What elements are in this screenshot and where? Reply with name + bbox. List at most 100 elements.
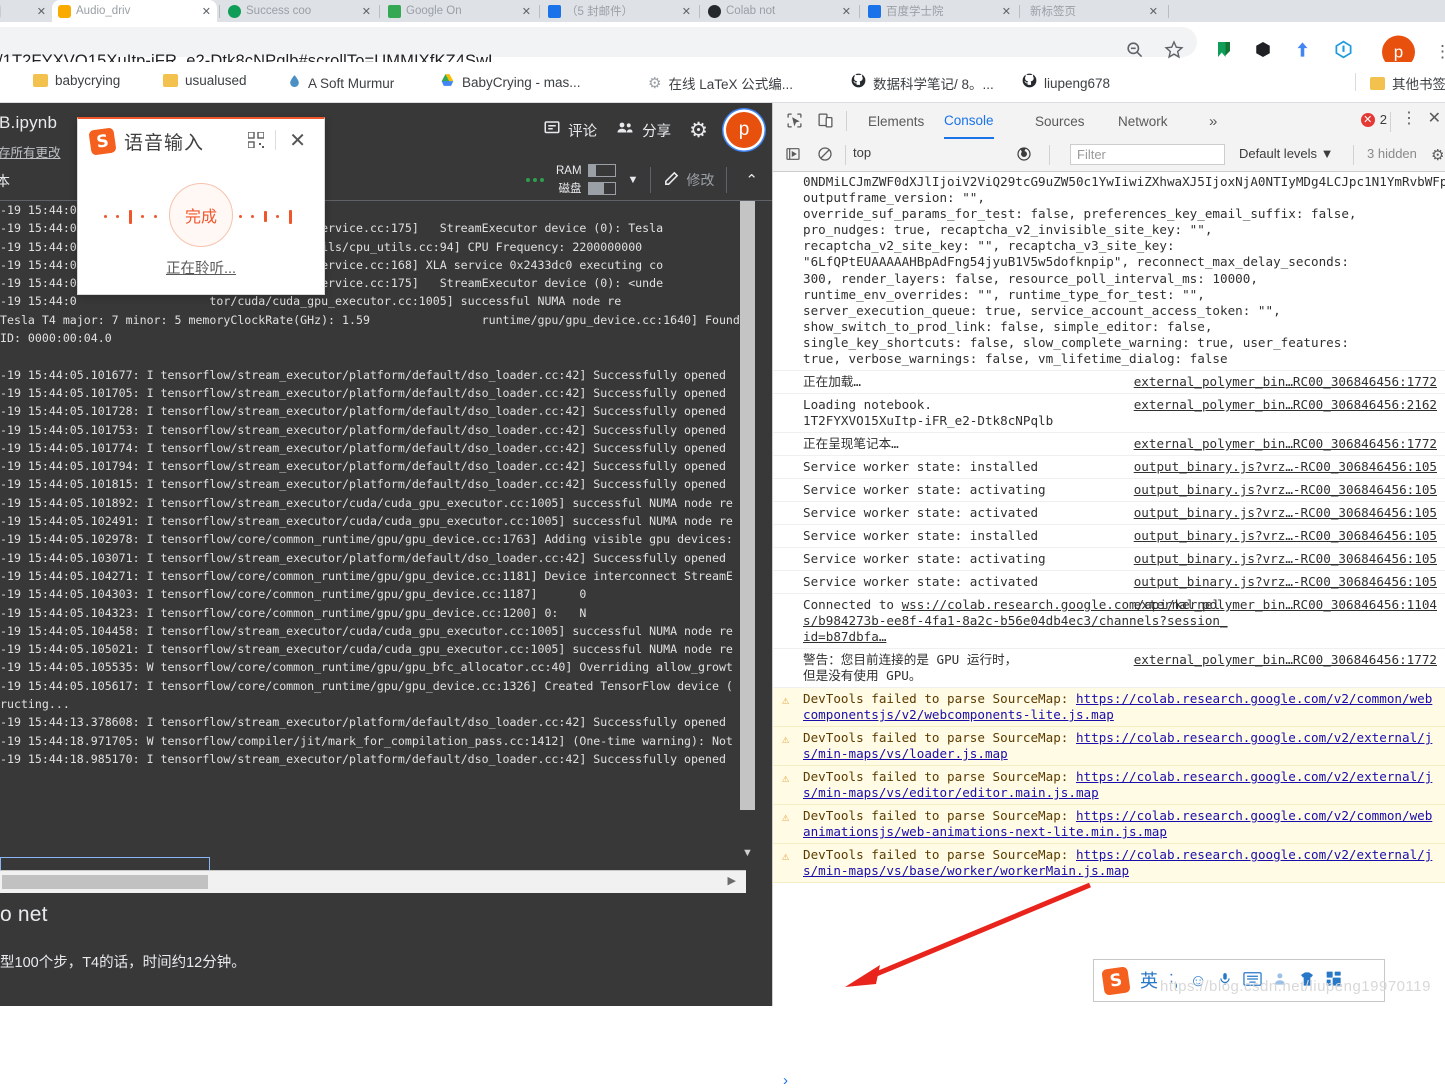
sogou-logo-icon[interactable]: S bbox=[1101, 965, 1131, 996]
bookmark-item-other[interactable]: 其他书签 bbox=[1370, 73, 1445, 93]
scrollbar-thumb[interactable] bbox=[740, 201, 755, 810]
close-icon[interactable]: ✕ bbox=[289, 128, 306, 153]
voice-input-dialog[interactable]: S 语音输入 ✕ 完成 正在聆听... bbox=[77, 117, 325, 295]
tab-console[interactable]: Console bbox=[944, 103, 994, 139]
browser-tab-1[interactable]: Audio_driv ✕ bbox=[52, 0, 217, 22]
error-count-badge[interactable]: ✕ 2 bbox=[1360, 112, 1387, 127]
browser-tab-2[interactable]: Success coo ✕ bbox=[222, 0, 377, 22]
close-icon[interactable]: ✕ bbox=[200, 5, 211, 18]
device-toolbar-icon[interactable] bbox=[817, 112, 835, 130]
bookmark-star-icon[interactable] bbox=[1164, 40, 1184, 65]
chevron-up-icon[interactable]: ⌃ bbox=[739, 171, 764, 189]
bookmark-item-usualused[interactable]: usualused bbox=[163, 73, 247, 88]
avatar[interactable]: p bbox=[726, 112, 762, 148]
share-button[interactable]: 分享 bbox=[615, 119, 671, 141]
console-log-row[interactable]: Service worker state: installed output_bi… bbox=[773, 456, 1445, 480]
output-horizontal-scrollbar[interactable]: ▶ bbox=[0, 870, 746, 893]
run-script-icon[interactable] bbox=[785, 146, 803, 164]
console-log-row[interactable]: 正在加载… external_polymer_bin…RC00_306846456… bbox=[773, 371, 1445, 395]
console-warning-row[interactable]: ⚠ DevTools failed to parse SourceMap: htt… bbox=[773, 688, 1445, 728]
extension-dark-icon[interactable] bbox=[1254, 40, 1272, 64]
bookmark-item-liupeng678[interactable]: liupeng678 bbox=[1022, 73, 1110, 93]
console-source-link[interactable]: external_polymer_bin…RC00_306846456:1772 bbox=[1134, 652, 1437, 668]
live-expression-icon[interactable] bbox=[1016, 146, 1034, 164]
chevron-down-icon[interactable]: ▼ bbox=[628, 174, 639, 186]
toolbar-text-label[interactable]: 本 bbox=[0, 171, 10, 191]
settings-gear-icon[interactable]: ⚙ bbox=[1431, 146, 1445, 164]
console-log-row[interactable]: Service worker state: activated output_bi… bbox=[773, 502, 1445, 526]
close-devtools-icon[interactable]: ✕ bbox=[1428, 111, 1441, 127]
edit-button[interactable]: 修改 bbox=[663, 170, 714, 190]
browser-tab-0[interactable]: ✕ bbox=[0, 0, 52, 22]
browser-tab-7[interactable]: 新标签页 ✕ bbox=[1024, 0, 1164, 22]
console-log-row[interactable]: Service worker state: activated output_bi… bbox=[773, 571, 1445, 595]
console-source-link[interactable]: output_binary.js?vrz…-RC00_306846456:105 bbox=[1134, 505, 1437, 521]
console-warning-row[interactable]: ⚠ DevTools failed to parse SourceMap: htt… bbox=[773, 805, 1445, 845]
console-log-row[interactable]: Service worker state: activating output_b… bbox=[773, 479, 1445, 503]
close-icon[interactable]: ✕ bbox=[35, 5, 46, 18]
language-label[interactable]: 英 bbox=[1140, 972, 1158, 990]
console-warning-row[interactable]: ⚠ DevTools failed to parse SourceMap: htt… bbox=[773, 766, 1445, 806]
tab-sources[interactable]: Sources bbox=[1035, 103, 1085, 139]
console-source-link[interactable]: output_binary.js?vrz…-RC00_306846456:105 bbox=[1134, 459, 1437, 475]
console-warning-row[interactable]: ⚠ DevTools failed to parse SourceMap: htt… bbox=[773, 844, 1445, 884]
bookmark-item-latex[interactable]: ⚙ 在线 LaTeX 公式编... bbox=[648, 73, 793, 93]
log-levels-select[interactable]: Default levels ▼ bbox=[1239, 146, 1334, 161]
console-log-row[interactable]: Connected to wss://colab.research.google… bbox=[773, 594, 1445, 650]
finish-button[interactable]: 完成 bbox=[169, 183, 233, 247]
close-icon[interactable]: ✕ bbox=[840, 5, 851, 18]
bookmark-item-babycrying-mas[interactable]: BabyCrying - mas... bbox=[440, 73, 581, 92]
console-log-row[interactable]: Loading notebook. 1T2FYXVO15XuItp-iFR_e2… bbox=[773, 394, 1445, 434]
console-source-link[interactable]: output_binary.js?vrz…-RC00_306846456:105 bbox=[1134, 482, 1437, 498]
extension-green-icon[interactable] bbox=[1215, 40, 1233, 64]
notebook-title[interactable]: B.ipynb bbox=[0, 113, 57, 133]
output-vertical-scrollbar[interactable]: ▼ bbox=[740, 201, 756, 873]
kebab-menu-icon[interactable]: ⋮ bbox=[1401, 111, 1417, 127]
tab-network[interactable]: Network bbox=[1118, 103, 1168, 139]
console-log-row[interactable]: Service worker state: activating output_b… bbox=[773, 548, 1445, 572]
console-source-link[interactable]: external_polymer_bin…RC00_306846456:1104 bbox=[1134, 597, 1437, 613]
tab-elements[interactable]: Elements bbox=[868, 103, 924, 139]
console-source-link[interactable]: output_binary.js?vrz…-RC00_306846456:105 bbox=[1134, 528, 1437, 544]
scroll-down-arrow-icon[interactable]: ▼ bbox=[740, 847, 755, 865]
console-log-row[interactable]: Service worker state: installed output_bi… bbox=[773, 525, 1445, 549]
scroll-right-arrow-icon[interactable]: ▶ bbox=[728, 874, 736, 887]
kebab-menu-icon[interactable]: ⋮ bbox=[1434, 43, 1445, 60]
console-source-link[interactable]: output_binary.js?vrz…-RC00_306846456:105 bbox=[1134, 551, 1437, 567]
console-warning-row[interactable]: ⚠ DevTools failed to parse SourceMap: htt… bbox=[773, 727, 1445, 767]
console-source-link[interactable]: external_polymer_bin…RC00_306846456:2162 bbox=[1134, 397, 1437, 413]
close-icon[interactable]: ✕ bbox=[1000, 5, 1011, 18]
comment-button[interactable]: 评论 bbox=[543, 119, 597, 141]
chevron-double-right-icon[interactable]: » bbox=[1209, 103, 1217, 139]
zoom-out-icon[interactable] bbox=[1125, 40, 1144, 64]
bookmark-item-datascience-notes[interactable]: 数据科学笔记/ 8。... bbox=[851, 73, 994, 93]
close-icon[interactable]: ✕ bbox=[520, 5, 531, 18]
browser-tab-6[interactable]: 百度学士院 ✕ bbox=[862, 0, 1017, 22]
clear-console-icon[interactable] bbox=[817, 146, 835, 164]
save-all-changes-link[interactable]: 存所有更改 bbox=[0, 142, 61, 161]
close-icon[interactable]: ✕ bbox=[1147, 5, 1158, 18]
console-prompt-icon[interactable]: › bbox=[783, 1072, 788, 1089]
qr-code-icon[interactable] bbox=[247, 131, 265, 149]
markdown-cell[interactable]: o net 型100个步，T4的话，时间约12分钟。 Audio/model/a… bbox=[0, 903, 772, 1006]
bookmark-item-babycrying[interactable]: babycrying bbox=[33, 73, 120, 88]
execution-context-select[interactable]: top ▼ bbox=[853, 145, 1043, 165]
bookmark-item-soft-murmur[interactable]: A Soft Murmur bbox=[288, 73, 394, 93]
inspect-cursor-icon[interactable] bbox=[786, 112, 804, 130]
console-log-row[interactable]: 0NDMiLCJmZWF0dXJlIjoiV2ViQ29tcG9uZW50c1Y… bbox=[773, 171, 1445, 372]
filter-input[interactable]: Filter bbox=[1070, 144, 1225, 165]
browser-tab-3[interactable]: Google On ✕ bbox=[382, 0, 537, 22]
browser-tab-5[interactable]: Colab not ✕ bbox=[702, 0, 857, 22]
close-icon[interactable]: ✕ bbox=[680, 5, 691, 18]
console-message-list[interactable]: 0NDMiLCJmZWF0dXJlIjoiV2ViQ29tcG9uZW50c1Y… bbox=[773, 171, 1445, 1006]
console-source-link[interactable]: external_polymer_bin…RC00_306846456:1772 bbox=[1134, 436, 1437, 452]
browser-tab-4[interactable]: （5 封邮件） ✕ bbox=[542, 0, 697, 22]
extension-blue-icon[interactable] bbox=[1294, 40, 1311, 64]
console-source-link[interactable]: external_polymer_bin…RC00_306846456:1772 bbox=[1134, 374, 1437, 390]
scrollbar-thumb[interactable] bbox=[2, 875, 208, 889]
console-source-link[interactable]: output_binary.js?vrz…-RC00_306846456:105 bbox=[1134, 574, 1437, 590]
close-icon[interactable]: ✕ bbox=[360, 5, 371, 18]
console-log-row[interactable]: 正在呈现笔记本… external_polymer_bin…RC00_306846… bbox=[773, 433, 1445, 457]
resource-meters[interactable]: RAM 磁盘 bbox=[556, 164, 616, 196]
gear-icon[interactable]: ⚙ bbox=[689, 120, 708, 141]
